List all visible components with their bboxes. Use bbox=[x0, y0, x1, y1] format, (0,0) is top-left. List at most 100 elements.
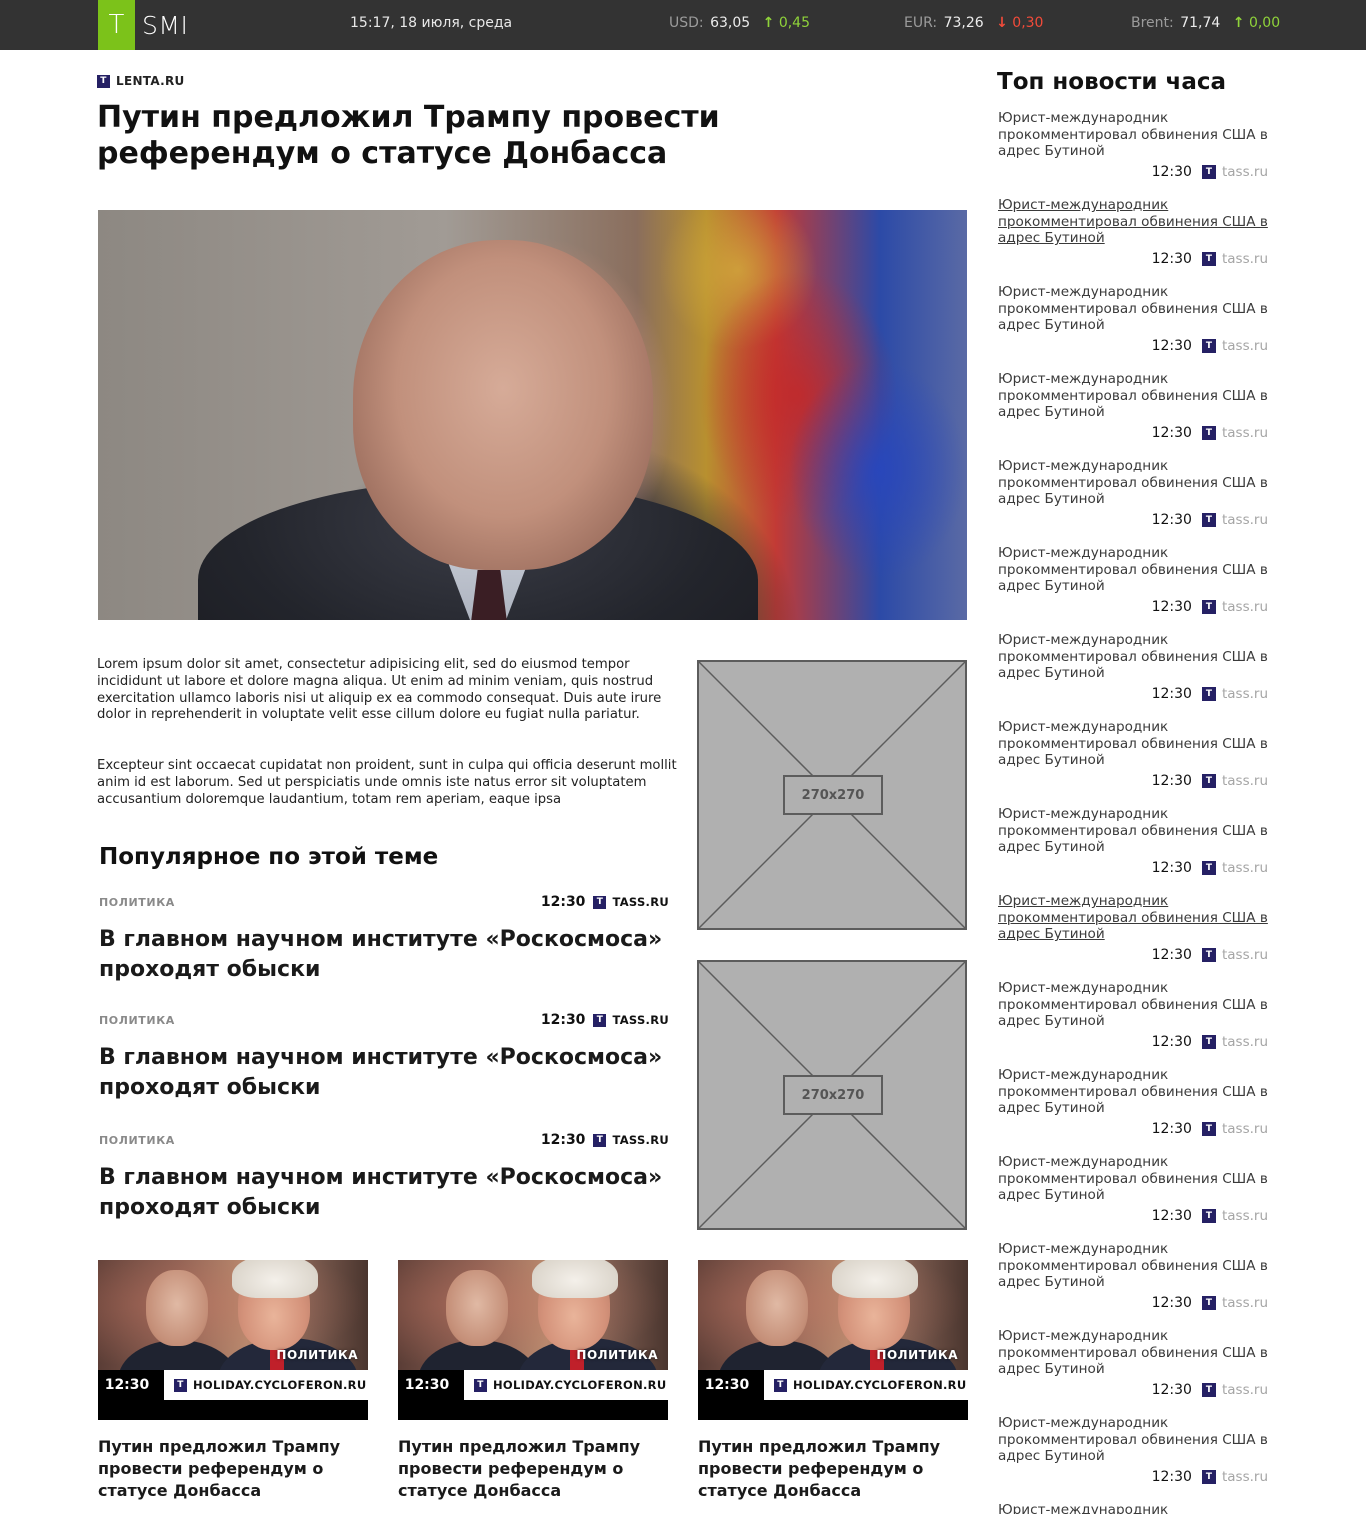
news-card-category[interactable]: ПОЛИТИКА bbox=[276, 1348, 358, 1362]
sidebar-news-item[interactable]: Юрист-международник прокомментировал обв… bbox=[998, 1241, 1270, 1328]
popular-item-category[interactable]: ПОЛИТИКА bbox=[99, 1134, 541, 1147]
source-logo-icon: T bbox=[1201, 513, 1216, 528]
sidebar-news-item[interactable]: Юрист-международник прокомментировал обв… bbox=[998, 1328, 1270, 1415]
news-card-image[interactable]: ПОЛИТИКА 12:30 T HOLIDAY.CYCLOFERON.RU bbox=[398, 1260, 668, 1420]
sidebar-news-item[interactable]: Юрист-международник прокомментировал обв… bbox=[998, 1502, 1270, 1514]
sidebar-news-item[interactable]: Юрист-международник прокомментировал обв… bbox=[998, 980, 1270, 1067]
rate-value: 73,26 bbox=[943, 15, 984, 31]
popular-item-category[interactable]: ПОЛИТИКА bbox=[99, 896, 541, 909]
sidebar-news-source[interactable]: Ttass.ru bbox=[1201, 773, 1268, 789]
news-card[interactable]: ПОЛИТИКА 12:30 T HOLIDAY.CYCLOFERON.RU Пу… bbox=[698, 1260, 968, 1502]
sidebar-news-item[interactable]: Юрист-международник прокомментировал обв… bbox=[998, 1154, 1270, 1241]
sidebar-news-item[interactable]: Юрист-международник прокомментировал обв… bbox=[998, 197, 1270, 284]
popular-item-meta: ПОЛИТИКА 12:30 T TASS.RU bbox=[99, 893, 669, 911]
card-image-detail bbox=[446, 1270, 508, 1346]
popular-item-category[interactable]: ПОЛИТИКА bbox=[99, 1014, 541, 1027]
sidebar-news-source[interactable]: Ttass.ru bbox=[1201, 512, 1268, 528]
sidebar-news-link[interactable]: Юрист-международник прокомментировал обв… bbox=[998, 1067, 1270, 1117]
sidebar-news-source[interactable]: Ttass.ru bbox=[1201, 1121, 1268, 1137]
news-card-image[interactable]: ПОЛИТИКА 12:30 T HOLIDAY.CYCLOFERON.RU bbox=[98, 1260, 368, 1420]
sidebar-news-source[interactable]: Ttass.ru bbox=[1201, 1034, 1268, 1050]
news-card-source[interactable]: T HOLIDAY.CYCLOFERON.RU bbox=[164, 1370, 368, 1400]
news-card-title[interactable]: Путин предложил Трампу провести референд… bbox=[98, 1436, 368, 1502]
sidebar-news-source[interactable]: Ttass.ru bbox=[1201, 338, 1268, 354]
sidebar-news-item[interactable]: Юрист-международник прокомментировал обв… bbox=[998, 284, 1270, 371]
popular-item[interactable]: ПОЛИТИКА 12:30 T TASS.RU В главном научно… bbox=[99, 1011, 669, 1103]
sidebar-news-meta: 12:30 Ttass.ru bbox=[998, 773, 1270, 789]
popular-item-source[interactable]: T TASS.RU bbox=[593, 1133, 669, 1147]
sidebar-news-source[interactable]: Ttass.ru bbox=[1201, 425, 1268, 441]
sidebar-news-link[interactable]: Юрист-международник прокомментировал обв… bbox=[998, 893, 1270, 943]
sidebar-news-source[interactable]: Ttass.ru bbox=[1201, 1469, 1268, 1485]
sidebar-news-source[interactable]: Ttass.ru bbox=[1201, 251, 1268, 267]
sidebar-news-source[interactable]: Ttass.ru bbox=[1201, 599, 1268, 615]
sidebar-news-source[interactable]: Ttass.ru bbox=[1201, 1295, 1268, 1311]
sidebar-news-link[interactable]: Юрист-международник прокомментировал обв… bbox=[998, 632, 1270, 682]
source-logo-icon: T bbox=[97, 74, 110, 88]
sidebar-news-source[interactable]: Ttass.ru bbox=[1201, 860, 1268, 876]
source-logo-icon: T bbox=[774, 1378, 787, 1392]
sidebar-news-link[interactable]: Юрист-международник прокомментировал обв… bbox=[998, 545, 1270, 595]
source-logo-icon: T bbox=[1201, 252, 1216, 267]
news-card-source[interactable]: T HOLIDAY.CYCLOFERON.RU bbox=[464, 1370, 668, 1400]
sidebar-news-item[interactable]: Юрист-международник прокомментировал обв… bbox=[998, 893, 1270, 980]
sidebar-news-time: 12:30 bbox=[1151, 1295, 1192, 1312]
sidebar-news-link[interactable]: Юрист-международник прокомментировал обв… bbox=[998, 1328, 1270, 1378]
sidebar-news-source[interactable]: Ttass.ru bbox=[1201, 947, 1268, 964]
popular-item[interactable]: ПОЛИТИКА 12:30 T TASS.RU В главном научно… bbox=[99, 1131, 669, 1223]
sidebar-news-link[interactable]: Юрист-международник прокомментировал обв… bbox=[998, 371, 1270, 421]
article-title: Путин предложил Трампу провести референд… bbox=[97, 100, 720, 171]
sidebar-news-source[interactable]: Ttass.ru bbox=[1201, 1382, 1268, 1398]
sidebar-news-source[interactable]: Ttass.ru bbox=[1201, 1208, 1268, 1224]
news-card-category[interactable]: ПОЛИТИКА bbox=[876, 1348, 958, 1362]
sidebar-news-link[interactable]: Юрист-международник прокомментировал обв… bbox=[998, 980, 1270, 1030]
source-logo-icon: T bbox=[1201, 600, 1216, 615]
sidebar-news-item[interactable]: Юрист-международник прокомментировал обв… bbox=[998, 110, 1270, 197]
popular-item-source[interactable]: T TASS.RU bbox=[593, 895, 669, 909]
sidebar-news-item[interactable]: Юрист-международник прокомментировал обв… bbox=[998, 1067, 1270, 1154]
ad-placeholder[interactable]: 270x270 bbox=[697, 960, 967, 1230]
sidebar-news-item[interactable]: Юрист-международник прокомментировал обв… bbox=[998, 458, 1270, 545]
popular-item-title[interactable]: В главном научном институте «Роскосмоса»… bbox=[99, 925, 669, 985]
sidebar-news-link[interactable]: Юрист-международник прокомментировал обв… bbox=[998, 1154, 1270, 1204]
sidebar-news-link[interactable]: Юрист-международник прокомментировал обв… bbox=[998, 284, 1270, 334]
news-card-meta-strip: 12:30 T HOLIDAY.CYCLOFERON.RU bbox=[398, 1370, 668, 1420]
news-card-source[interactable]: T HOLIDAY.CYCLOFERON.RU bbox=[764, 1370, 968, 1400]
sidebar-news-meta: 12:30 Ttass.ru bbox=[998, 1121, 1270, 1137]
sidebar-news-item[interactable]: Юрист-международник прокомментировал обв… bbox=[998, 806, 1270, 893]
sidebar-news-item[interactable]: Юрист-международник прокомментировал обв… bbox=[998, 1415, 1270, 1502]
news-card[interactable]: ПОЛИТИКА 12:30 T HOLIDAY.CYCLOFERON.RU Пу… bbox=[398, 1260, 668, 1502]
news-card[interactable]: ПОЛИТИКА 12:30 T HOLIDAY.CYCLOFERON.RU Пу… bbox=[98, 1260, 368, 1502]
popular-item-title[interactable]: В главном научном институте «Роскосмоса»… bbox=[99, 1043, 669, 1103]
popular-item-source[interactable]: T TASS.RU bbox=[593, 1013, 669, 1027]
sidebar-news-item[interactable]: Юрист-международник прокомментировал обв… bbox=[998, 371, 1270, 458]
sidebar-news-link[interactable]: Юрист-международник прокомментировал обв… bbox=[998, 1241, 1270, 1291]
sidebar-news-link[interactable]: Юрист-международник прокомментировал обв… bbox=[998, 1415, 1270, 1465]
news-card-time: 12:30 bbox=[104, 1377, 150, 1393]
article-source-link[interactable]: T LENTA.RU bbox=[97, 74, 185, 88]
sidebar-news-link[interactable]: Юрист-международник прокомментировал обв… bbox=[998, 110, 1270, 160]
sidebar-news-item[interactable]: Юрист-международник прокомментировал обв… bbox=[998, 719, 1270, 806]
news-card-title[interactable]: Путин предложил Трампу провести референд… bbox=[698, 1436, 968, 1502]
sidebar-news-item[interactable]: Юрист-международник прокомментировал обв… bbox=[998, 632, 1270, 719]
sidebar-news-item[interactable]: Юрист-международник прокомментировал обв… bbox=[998, 545, 1270, 632]
sidebar-news-link[interactable]: Юрист-международник прокомментировал обв… bbox=[998, 806, 1270, 856]
news-card-category[interactable]: ПОЛИТИКА bbox=[576, 1348, 658, 1362]
popular-item-title[interactable]: В главном научном институте «Роскосмоса»… bbox=[99, 1163, 669, 1223]
rate-delta: ↑ 0,00 bbox=[1233, 15, 1280, 31]
source-logo-icon: T bbox=[593, 895, 607, 909]
news-card-image[interactable]: ПОЛИТИКА 12:30 T HOLIDAY.CYCLOFERON.RU bbox=[698, 1260, 968, 1420]
sidebar-news-source[interactable]: Ttass.ru bbox=[1201, 686, 1268, 702]
sidebar-news-link[interactable]: Юрист-международник прокомментировал обв… bbox=[998, 1502, 1270, 1514]
sidebar-news-source-name: tass.ru bbox=[1221, 947, 1268, 964]
sidebar-news-source[interactable]: Ttass.ru bbox=[1201, 164, 1268, 180]
sidebar-news-link[interactable]: Юрист-международник прокомментировал обв… bbox=[998, 458, 1270, 508]
news-card-title[interactable]: Путин предложил Трампу провести референд… bbox=[398, 1436, 668, 1502]
sidebar-news-link[interactable]: Юрист-международник прокомментировал обв… bbox=[998, 719, 1270, 769]
sidebar-news-link[interactable]: Юрист-международник прокомментировал обв… bbox=[998, 197, 1270, 247]
site-logo[interactable]: T SMI bbox=[98, 0, 188, 50]
rate-delta: ↑ 0,45 bbox=[763, 15, 810, 31]
popular-item[interactable]: ПОЛИТИКА 12:30 T TASS.RU В главном научно… bbox=[99, 893, 669, 985]
sidebar-news-meta: 12:30 Ttass.ru bbox=[998, 599, 1270, 615]
ad-placeholder[interactable]: 270x270 bbox=[697, 660, 967, 930]
